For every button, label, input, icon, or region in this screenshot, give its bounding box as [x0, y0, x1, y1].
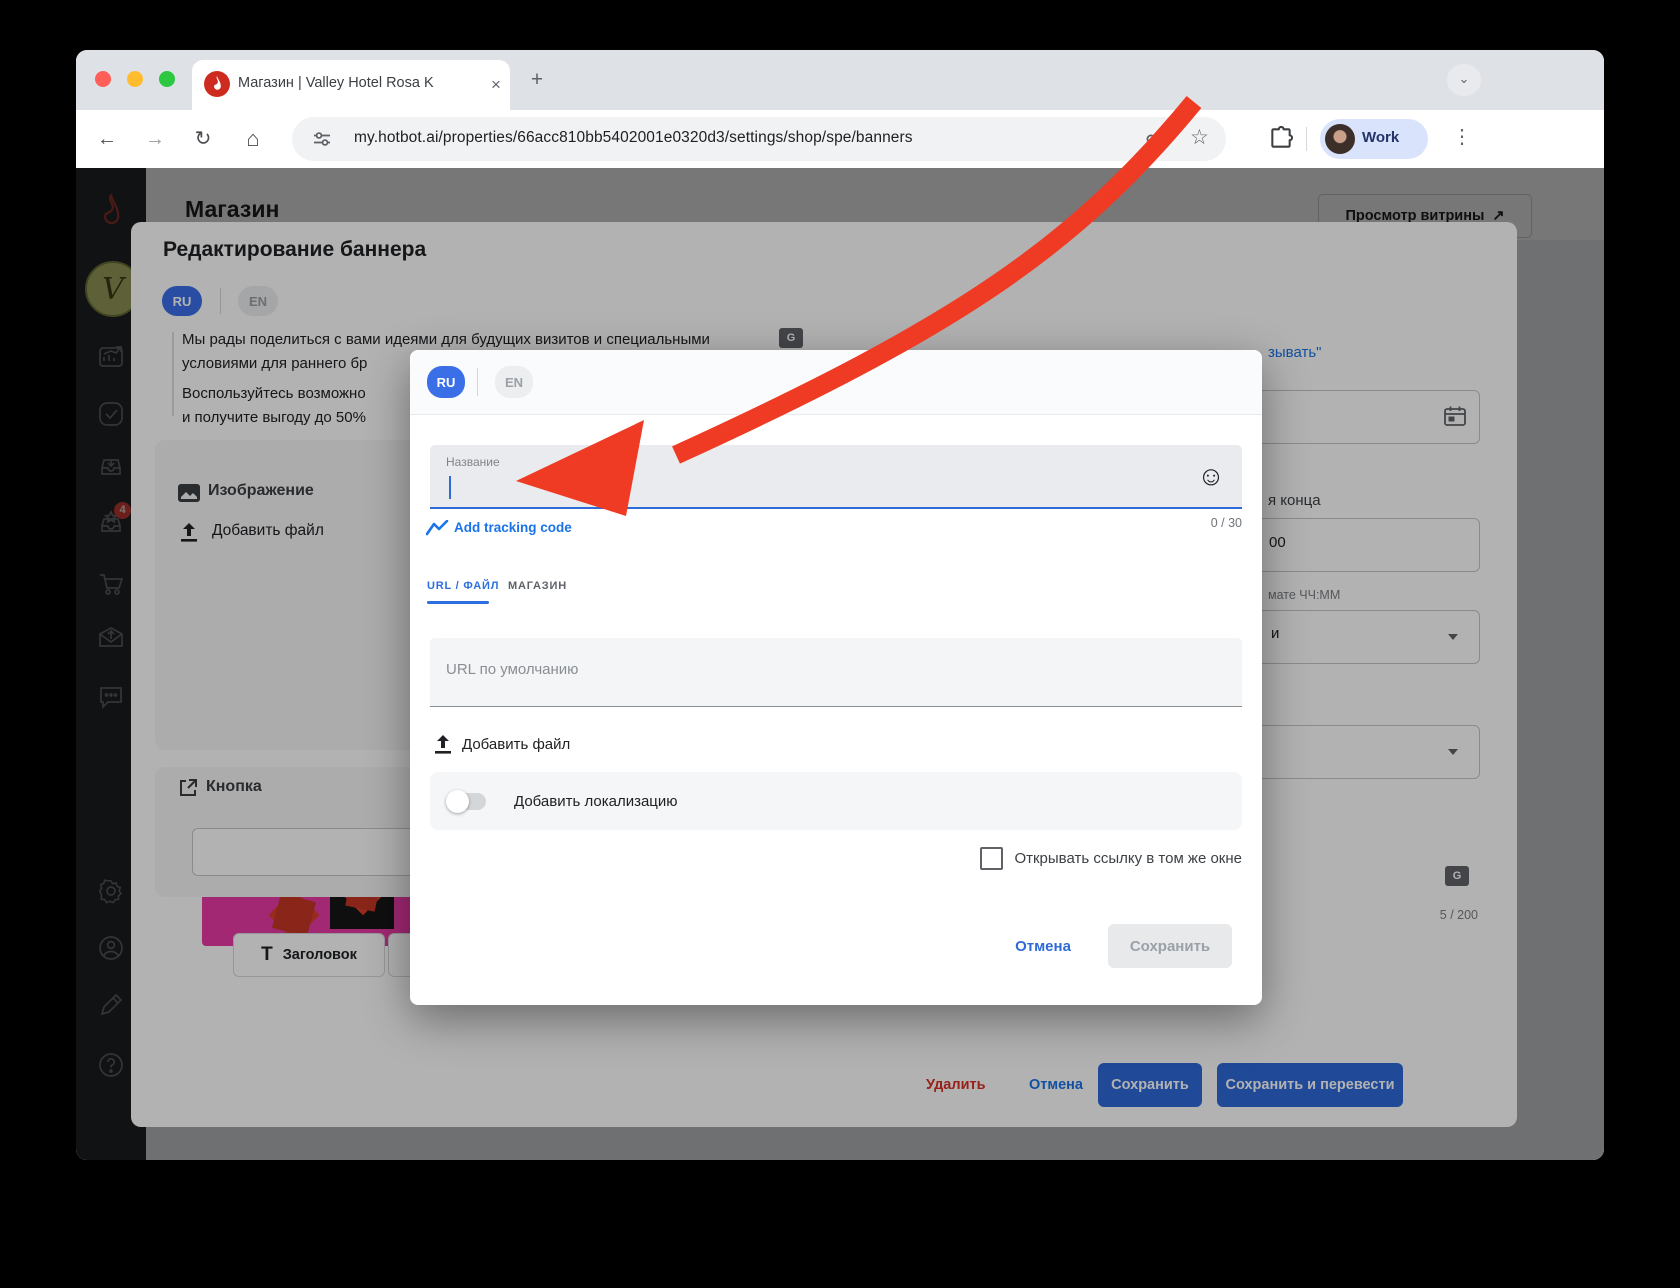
bookmark-star-icon[interactable]: ☆ — [1190, 125, 1209, 150]
active-tab-underline — [427, 601, 489, 604]
browser-window: Магазин | Valley Hotel Rosa K × + ⌄ ← → … — [76, 50, 1604, 1160]
browser-toolbar: ← → ↻ ⌂ my.hotbot.ai/properties/66acc810… — [76, 110, 1604, 168]
tab-strip: Магазин | Valley Hotel Rosa K × + ⌄ — [76, 50, 1604, 110]
default-url-input[interactable]: URL по умолчанию — [430, 638, 1242, 707]
default-url-placeholder: URL по умолчанию — [446, 661, 579, 678]
address-bar[interactable]: my.hotbot.ai/properties/66acc810bb540200… — [292, 117, 1226, 161]
same-window-checkbox[interactable] — [980, 846, 1004, 870]
dialog-header: RU EN — [410, 350, 1262, 415]
dialog-cancel-button[interactable]: Отмена — [1002, 924, 1084, 968]
toggle-knob — [446, 789, 469, 813]
zoom-window-button[interactable] — [159, 71, 175, 87]
name-input[interactable]: Название ☺ — [430, 445, 1242, 509]
toolbar-divider — [1306, 127, 1307, 151]
home-icon[interactable]: ⌂ — [238, 124, 268, 154]
tab-close-icon[interactable]: × — [484, 73, 508, 97]
tracking-chart-icon — [426, 520, 449, 536]
localization-toggle[interactable] — [446, 789, 486, 813]
tab-search-chevron-icon[interactable]: ⌄ — [1447, 64, 1481, 96]
extensions-puzzle-icon[interactable] — [1268, 125, 1294, 151]
browser-tab[interactable]: Магазин | Valley Hotel Rosa K × — [192, 60, 510, 110]
forward-icon[interactable]: → — [140, 124, 170, 154]
same-window-row: Открывать ссылку в том же окне — [410, 846, 1242, 870]
site-settings-icon[interactable] — [312, 129, 332, 149]
tab-shop[interactable]: МАГАЗИН — [508, 580, 567, 592]
localization-toggle-label: Добавить локализацию — [514, 792, 678, 810]
upload-icon — [435, 735, 451, 754]
hotbot-favicon-icon — [204, 71, 230, 97]
text-cursor — [449, 476, 451, 499]
emoji-picker-icon[interactable]: ☺ — [1192, 457, 1230, 495]
new-tab-button[interactable]: + — [524, 67, 550, 93]
dialog-add-file-button[interactable]: Добавить файл — [462, 736, 570, 753]
back-icon[interactable]: ← — [92, 124, 122, 154]
page-content: V 4 Магазин Просмотр витрины ↗ Редактиро… — [76, 168, 1604, 1160]
lang-divider — [477, 368, 478, 396]
browser-menu-icon[interactable]: ⋮ — [1452, 124, 1472, 149]
banner-item-dialog: RU EN Название ☺ 0 / 30 Add tracking cod… — [410, 350, 1262, 1005]
close-window-button[interactable] — [95, 71, 111, 87]
profile-name: Work — [1362, 129, 1400, 146]
add-tracking-code-link[interactable]: Add tracking code — [454, 520, 572, 535]
localization-toggle-row: Добавить локализацию — [430, 772, 1242, 830]
tab-url-file[interactable]: URL / ФАЙЛ — [427, 580, 499, 592]
tab-title: Магазин | Valley Hotel Rosa K — [238, 75, 434, 91]
dialog-save-button[interactable]: Сохранить — [1108, 924, 1232, 968]
same-window-label: Открывать ссылку в том же окне — [1014, 849, 1242, 867]
dialog-lang-ru-tab[interactable]: RU — [427, 366, 465, 398]
reload-icon[interactable]: ↻ — [188, 124, 218, 154]
profile-chip[interactable]: Work — [1320, 119, 1428, 159]
profile-avatar — [1325, 124, 1355, 154]
name-char-counter: 0 / 30 — [1210, 516, 1242, 530]
url-text: my.hotbot.ai/properties/66acc810bb540200… — [354, 129, 913, 146]
minimize-window-button[interactable] — [127, 71, 143, 87]
name-input-label: Название — [446, 455, 500, 469]
password-key-icon[interactable] — [1144, 128, 1168, 150]
dialog-lang-en-tab[interactable]: EN — [495, 366, 533, 398]
